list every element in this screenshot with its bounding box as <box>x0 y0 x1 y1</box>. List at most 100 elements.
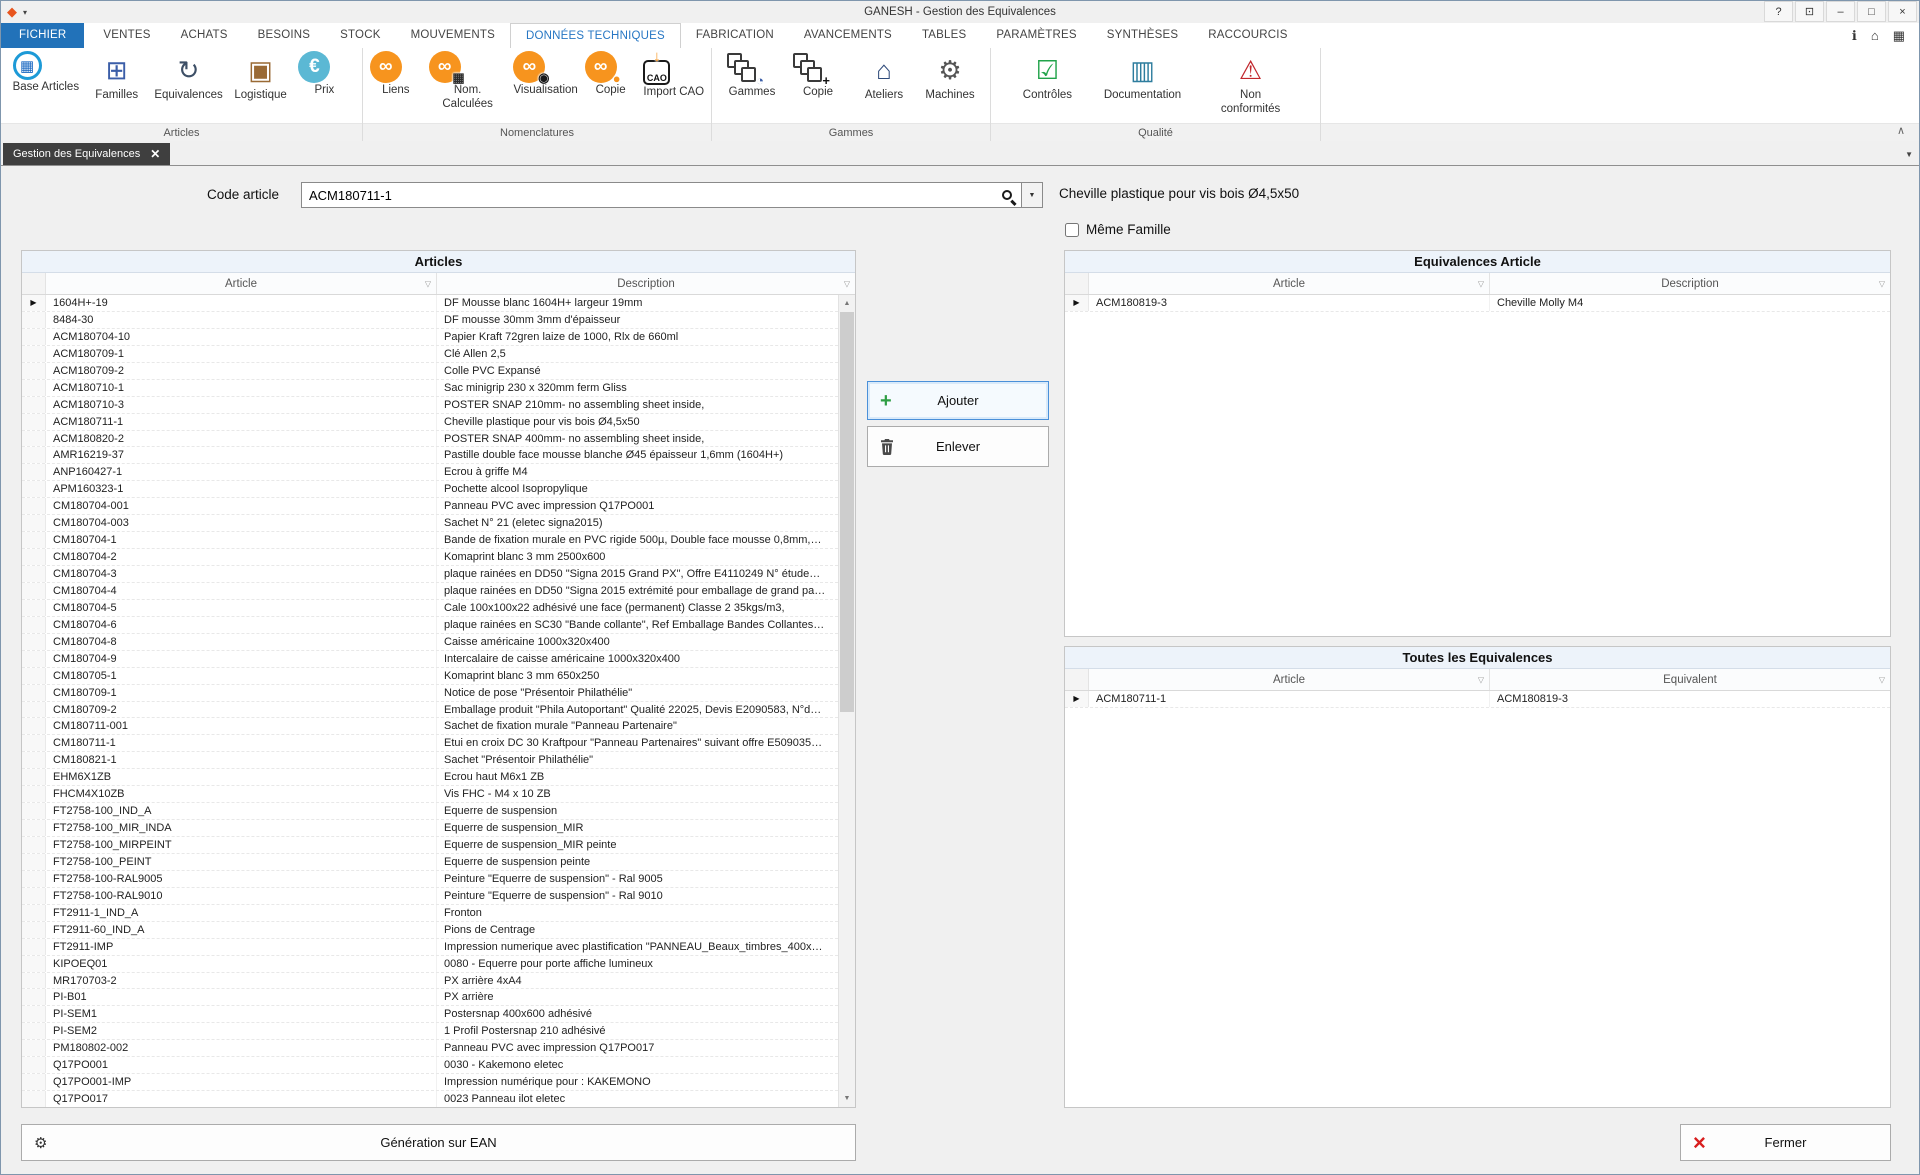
row-selector[interactable] <box>22 481 46 497</box>
pin-button[interactable]: ⊡ <box>1795 1 1824 22</box>
home-icon[interactable]: ⌂ <box>1871 28 1879 43</box>
menu-tab-fabrication[interactable]: FABRICATION <box>681 23 789 48</box>
controles-button[interactable]: ☑Contrôles <box>1021 51 1073 103</box>
table-row[interactable]: EHM6X1ZBEcrou haut M6x1 ZB <box>22 769 838 786</box>
menu-tab-stock[interactable]: STOCK <box>325 23 395 48</box>
table-row[interactable]: CM180704-4plaque rainées en DD50 "Signa … <box>22 583 838 600</box>
filter-icon[interactable]: ▽ <box>1478 675 1484 684</box>
enlever-button[interactable]: Enlever <box>867 426 1049 467</box>
row-selector[interactable] <box>22 583 46 599</box>
gammes-button[interactable]: ◔Gammes <box>726 51 778 100</box>
table-row[interactable]: KIPOEQ010080 - Equerre pour porte affich… <box>22 956 838 973</box>
column-header-article[interactable]: Article ▽ <box>46 273 437 294</box>
table-row[interactable]: PI-SEM21 Profil Postersnap 210 adhésivé <box>22 1023 838 1040</box>
nom-calculees-button[interactable]: ∞▦Nom. Calculées <box>429 51 507 111</box>
row-selector[interactable] <box>22 1057 46 1073</box>
table-row[interactable]: ACM180704-10Papier Kraft 72gren laize de… <box>22 329 838 346</box>
table-row[interactable]: FT2758-100-RAL9010Peinture "Equerre de s… <box>22 888 838 905</box>
table-row[interactable]: PM180802-002Panneau PVC avec impression … <box>22 1040 838 1057</box>
column-header-description[interactable]: Description ▽ <box>1490 273 1890 294</box>
row-selector[interactable] <box>22 769 46 785</box>
table-row[interactable]: CM180704-3plaque rainées en DD50 "Signa … <box>22 566 838 583</box>
row-selector[interactable] <box>22 651 46 667</box>
import-cao-button[interactable]: CAO↓Import CAO <box>643 51 704 100</box>
row-selector[interactable] <box>22 363 46 379</box>
table-row[interactable]: ACM180710-1Sac minigrip 230 x 320mm ferm… <box>22 380 838 397</box>
prix-button[interactable]: €Prix <box>298 51 350 98</box>
close-button[interactable]: × <box>1888 1 1917 22</box>
row-selector[interactable] <box>22 312 46 328</box>
row-selector[interactable] <box>22 888 46 904</box>
row-selector[interactable] <box>22 922 46 938</box>
table-row[interactable]: FT2911-IMPImpression numerique avec plas… <box>22 939 838 956</box>
filter-icon[interactable]: ▽ <box>1879 279 1885 288</box>
row-selector[interactable] <box>22 634 46 650</box>
row-selector[interactable] <box>22 346 46 362</box>
table-row[interactable]: CM180704-2Komaprint blanc 3 mm 2500x600 <box>22 549 838 566</box>
help-button[interactable]: ? <box>1764 1 1793 22</box>
row-selector[interactable] <box>22 702 46 718</box>
row-selector[interactable] <box>22 1091 46 1107</box>
base-articles-button[interactable]: ▦Base Articles <box>13 51 79 95</box>
table-row[interactable]: FT2911-60_IND_APions de Centrage <box>22 922 838 939</box>
fermer-button[interactable]: × Fermer <box>1680 1124 1891 1161</box>
table-row[interactable]: ACM180709-2Colle PVC Expansé <box>22 363 838 380</box>
row-selector[interactable] <box>22 1023 46 1039</box>
row-selector[interactable] <box>22 1040 46 1056</box>
row-selector[interactable]: ▶ <box>22 295 46 311</box>
column-header-article[interactable]: Article ▽ <box>1089 669 1490 690</box>
info-icon[interactable]: ℹ <box>1852 28 1857 44</box>
menu-tab-synth-ses[interactable]: SYNTHÈSES <box>1092 23 1193 48</box>
table-row[interactable]: CM180704-8Caisse américaine 1000x320x400 <box>22 634 838 651</box>
tab-list-dropdown-icon[interactable]: ▼ <box>1905 150 1913 159</box>
row-selector[interactable] <box>22 668 46 684</box>
row-selector[interactable] <box>22 989 46 1005</box>
table-row[interactable]: ACM180709-1Clé Allen 2,5 <box>22 346 838 363</box>
table-row[interactable]: Q17PO0010030 - Kakemono eletec <box>22 1057 838 1074</box>
menu-tab-raccourcis[interactable]: RACCOURCIS <box>1193 23 1302 48</box>
row-selector[interactable]: ▶ <box>1065 691 1089 707</box>
generation-ean-button[interactable]: ⚙ Génération sur EAN <box>21 1124 856 1161</box>
row-selector[interactable] <box>22 566 46 582</box>
row-selector[interactable] <box>22 414 46 430</box>
row-selector[interactable] <box>22 803 46 819</box>
ajouter-button[interactable]: + Ajouter <box>867 381 1049 420</box>
row-selector[interactable] <box>22 464 46 480</box>
menu-tab-achats[interactable]: ACHATS <box>166 23 243 48</box>
row-selector[interactable] <box>22 837 46 853</box>
non-conformites-button[interactable]: ⚠Non conformités <box>1212 51 1290 116</box>
menu-tab-avancements[interactable]: AVANCEMENTS <box>789 23 907 48</box>
grid-icon[interactable]: ▦ <box>1893 28 1905 44</box>
row-selector[interactable] <box>22 498 46 514</box>
row-selector[interactable] <box>22 515 46 531</box>
documentation-button[interactable]: ▥Documentation <box>1104 51 1181 103</box>
table-row[interactable]: FT2758-100_PEINTEquerre de suspension pe… <box>22 854 838 871</box>
row-selector[interactable] <box>22 905 46 921</box>
ateliers-button[interactable]: ⌂Ateliers <box>858 51 910 103</box>
table-row[interactable]: CM180704-9Intercalaire de caisse américa… <box>22 651 838 668</box>
table-row[interactable]: FT2911-1_IND_AFronton <box>22 905 838 922</box>
column-header-description[interactable]: Description ▽ <box>437 273 855 294</box>
column-header-equivalent[interactable]: Equivalent ▽ <box>1490 669 1890 690</box>
row-selector[interactable] <box>22 786 46 802</box>
row-selector[interactable] <box>22 735 46 751</box>
same-family-checkbox[interactable] <box>1065 223 1079 237</box>
tab-gestion-des-equivalences[interactable]: Gestion des Equivalences ✕ <box>3 143 170 165</box>
copie-gammes-button[interactable]: +Copie <box>792 51 844 100</box>
table-row[interactable]: CM180704-5Cale 100x100x22 adhésivé une f… <box>22 600 838 617</box>
row-selector[interactable]: ▶ <box>1065 295 1089 311</box>
visualisation-button[interactable]: ∞◉Visualisation <box>513 51 577 98</box>
table-row[interactable]: ACM180711-1Cheville plastique pour vis b… <box>22 414 838 431</box>
table-row[interactable]: CM180704-001Panneau PVC avec impression … <box>22 498 838 515</box>
row-selector[interactable] <box>22 1074 46 1090</box>
table-row[interactable]: ANP160427-1Ecrou à griffe M4 <box>22 464 838 481</box>
table-row[interactable]: Q17PO001-IMPImpression numérique pour : … <box>22 1074 838 1091</box>
table-row[interactable]: APM160323-1Pochette alcool Isopropylique <box>22 481 838 498</box>
row-selector[interactable] <box>22 956 46 972</box>
table-row[interactable]: ▶ACM180819-3Cheville Molly M4 <box>1065 295 1890 312</box>
menu-tab-besoins[interactable]: BESOINS <box>243 23 326 48</box>
table-row[interactable]: MR170703-2PX arrière 4xA4 <box>22 973 838 990</box>
table-row[interactable]: ACM180710-3POSTER SNAP 210mm- no assembl… <box>22 397 838 414</box>
scrollbar-thumb[interactable] <box>840 312 854 712</box>
filter-icon[interactable]: ▽ <box>1879 675 1885 684</box>
